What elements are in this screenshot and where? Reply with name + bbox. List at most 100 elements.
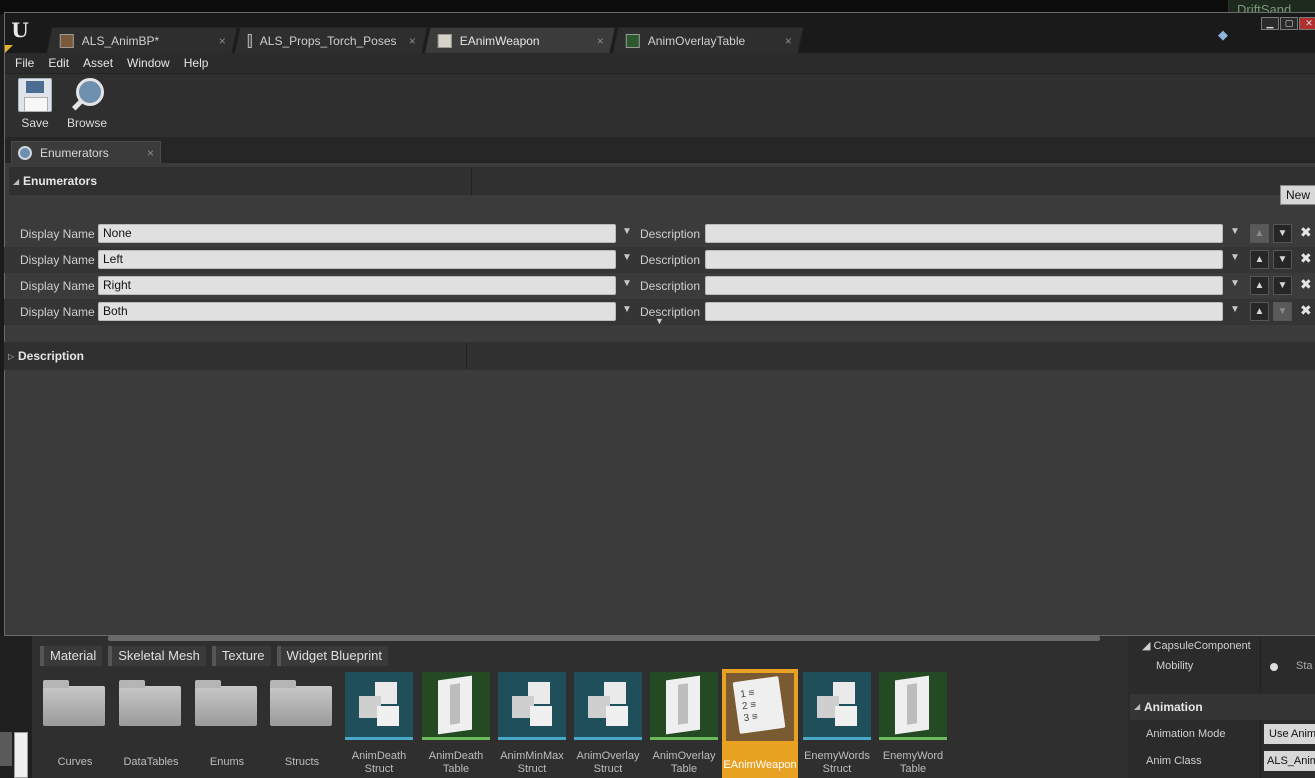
chevron-down-icon[interactable]: ▼ bbox=[1230, 304, 1240, 315]
save-label: Save bbox=[21, 116, 49, 130]
asset-animoverlay-struct[interactable]: AnimOverlay Struct bbox=[573, 672, 643, 778]
chevron-down-icon[interactable]: ▼ bbox=[622, 226, 632, 237]
menu-asset[interactable]: Asset bbox=[79, 56, 123, 70]
column-splitter[interactable] bbox=[471, 167, 472, 195]
delete-icon[interactable]: ✖ bbox=[1300, 302, 1312, 319]
asset-name: AnimOverlay Table bbox=[652, 750, 716, 775]
description-input[interactable] bbox=[705, 250, 1223, 269]
expand-advanced-icon[interactable]: ▼ bbox=[655, 316, 664, 326]
asset-eanimweapon[interactable]: EAnimWeapon bbox=[722, 669, 798, 778]
animation-section-header[interactable]: ◢ Animation bbox=[1130, 694, 1315, 720]
asset-enemywords-struct[interactable]: EnemyWords Struct bbox=[802, 672, 872, 778]
anim-class-dropdown[interactable]: ALS_Anim bbox=[1264, 751, 1315, 771]
minimize-button[interactable]: ▁ bbox=[1261, 17, 1279, 30]
move-down-button[interactable]: ▼ bbox=[1273, 276, 1292, 295]
description-input[interactable] bbox=[705, 302, 1223, 321]
asset-name: AnimDeath Table bbox=[428, 750, 484, 775]
tutorial-hat-icon[interactable]: ◆ bbox=[1218, 27, 1236, 42]
move-up-button[interactable]: ▲ bbox=[1250, 224, 1269, 243]
chevron-down-icon[interactable]: ▼ bbox=[1230, 226, 1240, 237]
tab-eanimweapon[interactable]: EAnimWeapon × bbox=[424, 27, 616, 53]
sources-item[interactable] bbox=[0, 732, 12, 766]
data-table-icon bbox=[879, 672, 947, 740]
filter-skeletal-mesh[interactable]: Skeletal Mesh bbox=[108, 646, 206, 666]
folder-icon bbox=[270, 680, 332, 726]
chevron-down-icon[interactable]: ▼ bbox=[1230, 252, 1240, 263]
expand-arrow-icon: ▷ bbox=[8, 351, 15, 361]
animation-mode-label: Animation Mode bbox=[1146, 728, 1226, 740]
asset-folder-enums[interactable]: Enums bbox=[192, 672, 262, 778]
display-name-input[interactable]: Left bbox=[98, 250, 616, 269]
tab-label: ALS_AnimBP* bbox=[81, 33, 160, 48]
move-down-button[interactable]: ▼ bbox=[1273, 302, 1292, 321]
save-button[interactable]: Save bbox=[10, 78, 60, 134]
description-input[interactable] bbox=[705, 276, 1223, 295]
data-table-icon bbox=[422, 672, 490, 740]
column-splitter[interactable] bbox=[466, 342, 467, 370]
browse-button[interactable]: Browse bbox=[62, 78, 112, 134]
browse-label: Browse bbox=[66, 116, 107, 130]
asset-folder-datatables[interactable]: DataTables bbox=[116, 672, 186, 778]
panel-tab-bar: Enumerators × bbox=[5, 137, 1315, 163]
tab-als-props-torch-poses[interactable]: ALS_Props_Torch_Poses × bbox=[234, 27, 428, 53]
asset-animminmax-struct[interactable]: AnimMinMax Struct bbox=[497, 672, 567, 778]
folder-icon bbox=[119, 680, 181, 726]
move-up-button[interactable]: ▲ bbox=[1250, 276, 1269, 295]
display-name-input[interactable]: Right bbox=[98, 276, 616, 295]
content-browser-scrollbar[interactable] bbox=[108, 636, 1100, 641]
enum-icon bbox=[726, 673, 794, 741]
asset-animdeath-struct[interactable]: AnimDeath Struct bbox=[344, 672, 414, 778]
folder-icon bbox=[195, 680, 257, 726]
maximize-button[interactable]: ▢ bbox=[1280, 17, 1298, 30]
tab-close-icon[interactable]: × bbox=[207, 34, 226, 48]
delete-icon[interactable]: ✖ bbox=[1300, 250, 1312, 267]
asset-folder-structs[interactable]: Structs bbox=[267, 672, 337, 778]
description-input[interactable] bbox=[705, 224, 1223, 243]
move-down-button[interactable]: ▼ bbox=[1273, 224, 1292, 243]
asset-animoverlay-table[interactable]: AnimOverlay Table bbox=[649, 672, 719, 778]
filter-material[interactable]: Material bbox=[40, 646, 103, 666]
struct-icon bbox=[345, 672, 413, 740]
filter-widget-blueprint[interactable]: Widget Blueprint bbox=[276, 646, 388, 666]
delete-icon[interactable]: ✖ bbox=[1300, 224, 1312, 241]
panel-tab-close-icon[interactable]: × bbox=[147, 146, 154, 160]
delete-icon[interactable]: ✖ bbox=[1300, 276, 1312, 293]
menu-help[interactable]: Help bbox=[180, 56, 219, 70]
description-section-header[interactable]: ▷ Description bbox=[4, 342, 1315, 370]
chevron-down-icon[interactable]: ▼ bbox=[1230, 278, 1240, 289]
menu-file[interactable]: File bbox=[11, 56, 44, 70]
new-enumerator-button[interactable]: New bbox=[1280, 185, 1315, 205]
menu-window[interactable]: Window bbox=[123, 56, 180, 70]
mobility-value: Sta bbox=[1296, 660, 1313, 672]
mobility-radio[interactable] bbox=[1270, 663, 1278, 671]
move-down-button[interactable]: ▼ bbox=[1273, 250, 1292, 269]
move-up-button[interactable]: ▲ bbox=[1250, 250, 1269, 269]
anim-sequence-icon bbox=[247, 33, 253, 48]
animation-mode-dropdown[interactable]: Use Anim bbox=[1264, 724, 1315, 744]
display-name-input[interactable]: None bbox=[98, 224, 616, 243]
tab-close-icon[interactable]: × bbox=[585, 34, 604, 48]
filter-texture[interactable]: Texture bbox=[211, 646, 271, 666]
asset-enemyword-table[interactable]: EnemyWord Table bbox=[878, 672, 948, 778]
tab-close-icon[interactable]: × bbox=[397, 34, 416, 48]
close-window-button[interactable]: ✕ bbox=[1299, 17, 1315, 30]
tab-enumerators[interactable]: Enumerators × bbox=[11, 141, 161, 163]
section-title: Enumerators bbox=[23, 174, 98, 188]
document-tabs: ALS_AnimBP* × ALS_Props_Torch_Poses × EA… bbox=[46, 27, 804, 53]
chevron-down-icon[interactable]: ▼ bbox=[622, 252, 632, 263]
chevron-down-icon[interactable]: ▼ bbox=[622, 278, 632, 289]
chevron-down-icon[interactable]: ▼ bbox=[622, 304, 632, 315]
tab-als-animbp[interactable]: ALS_AnimBP* × bbox=[46, 27, 238, 53]
tab-animoverlaytable[interactable]: AnimOverlayTable × bbox=[612, 27, 804, 53]
display-name-input[interactable]: Both bbox=[98, 302, 616, 321]
sources-selected-item[interactable] bbox=[14, 732, 28, 778]
asset-animdeath-table[interactable]: AnimDeath Table bbox=[421, 672, 491, 778]
asset-folder-curves[interactable]: Curves bbox=[40, 672, 110, 778]
enumerator-row: Display Name Right ▼ Description ▼ ▲ ▼ ✖ bbox=[4, 273, 1315, 299]
move-up-button[interactable]: ▲ bbox=[1250, 302, 1269, 321]
enumerators-section-header[interactable]: ◢ Enumerators bbox=[9, 167, 1315, 195]
capsule-component-label[interactable]: ◢ CapsuleComponent bbox=[1142, 639, 1251, 652]
tab-close-icon[interactable]: × bbox=[773, 34, 792, 48]
menu-edit[interactable]: Edit bbox=[44, 56, 79, 70]
title-bar[interactable]: U ALS_AnimBP* × ALS_Props_Torch_Poses × … bbox=[5, 13, 1315, 53]
